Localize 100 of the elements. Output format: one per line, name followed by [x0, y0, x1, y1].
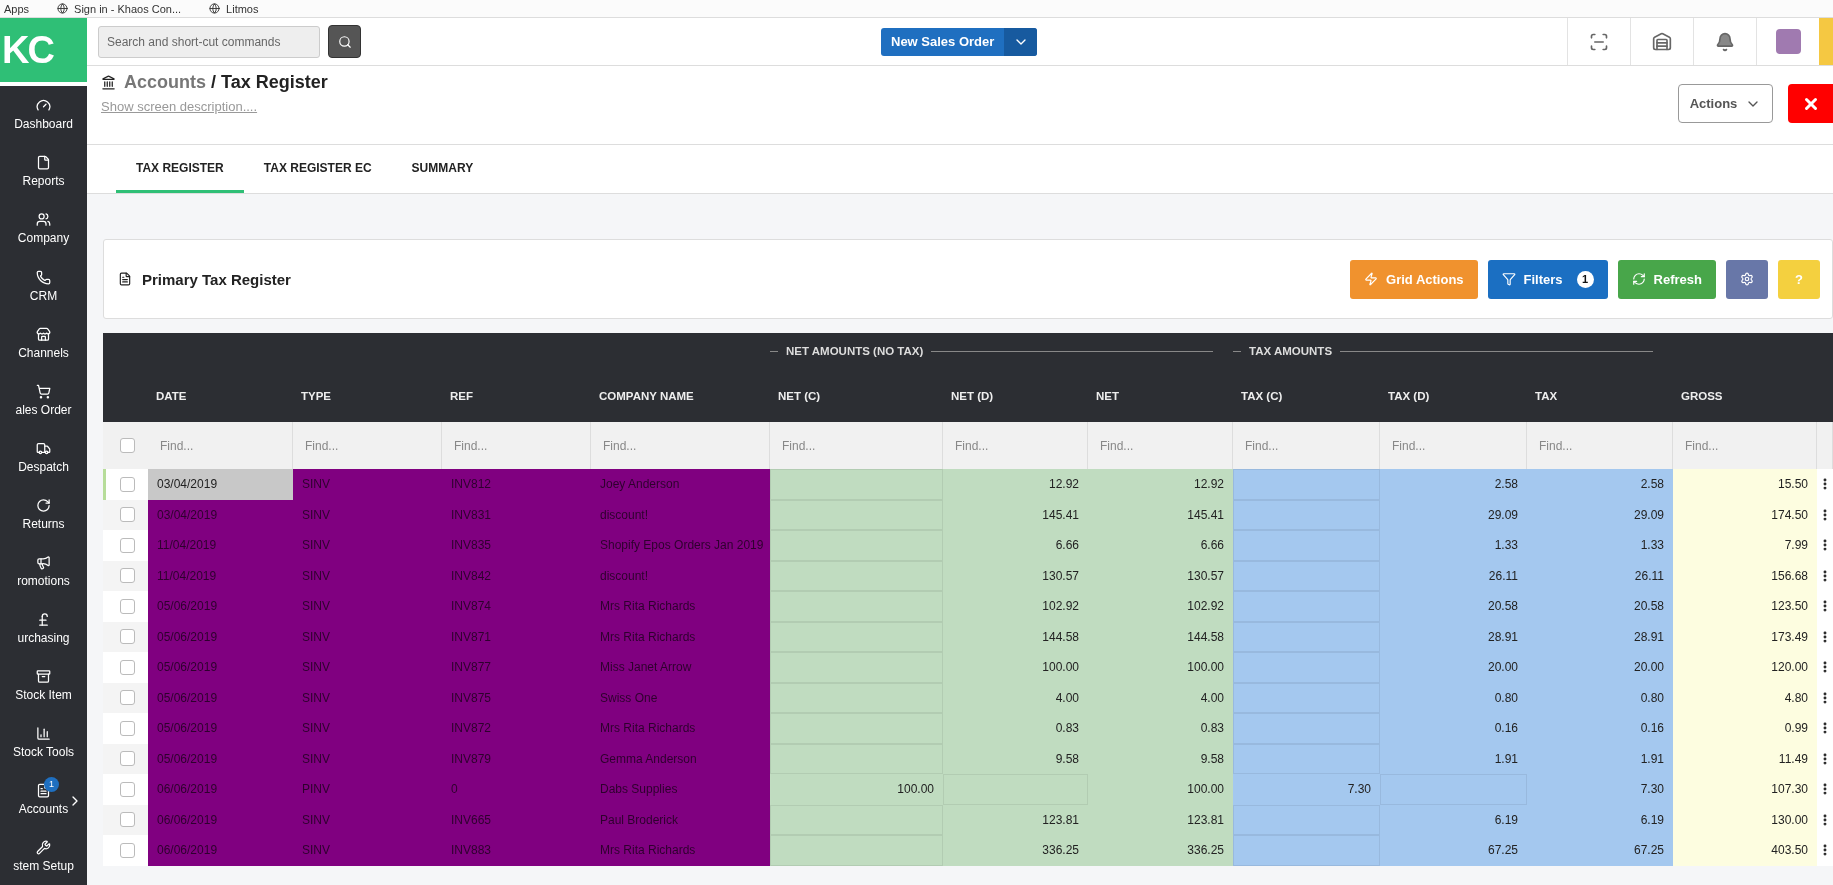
table-cell: 4.00	[943, 682, 1088, 713]
table-cell: 102.92	[943, 591, 1088, 622]
table-cell: 120.00	[1673, 652, 1817, 683]
checkbox[interactable]	[119, 842, 135, 858]
sidebar-item[interactable]: CRM	[0, 257, 87, 315]
sidebar-item[interactable]: Dashboard	[0, 86, 87, 144]
checkbox[interactable]	[119, 751, 135, 767]
table-cell: Swiss One	[591, 682, 770, 713]
table-cell: 173.49	[1673, 621, 1817, 652]
table-cell: 1.33	[1380, 530, 1527, 561]
table-cell: INV883	[442, 835, 591, 866]
column-header[interactable]: REF	[450, 389, 473, 402]
row-selector[interactable]	[103, 469, 148, 500]
bookmark-link[interactable]: Sign in - Khaos Con...	[74, 2, 182, 15]
checkbox[interactable]	[119, 720, 135, 736]
checkbox[interactable]	[119, 507, 135, 523]
row-selector[interactable]	[103, 591, 148, 622]
row-selector[interactable]	[103, 652, 148, 683]
sidebar-item[interactable]: Returns	[0, 485, 87, 543]
table-cell: discount!	[591, 560, 770, 591]
column-header[interactable]: TAX	[1535, 389, 1558, 402]
row-selector[interactable]	[103, 804, 148, 835]
column-header[interactable]: COMPANY NAME	[599, 389, 694, 402]
table-cell: 0.16	[1380, 713, 1527, 744]
checkbox[interactable]	[119, 438, 135, 453]
column-header[interactable]: TAX (C)	[1241, 389, 1283, 402]
table-cell: 05/06/2019	[148, 743, 293, 774]
table-cell: 130.57	[943, 560, 1088, 591]
table-cell: 06/06/2019	[148, 835, 293, 866]
table-cell: INV875	[442, 682, 591, 713]
breadcrumb-link[interactable]: Accounts	[124, 72, 206, 92]
checkbox[interactable]	[119, 476, 135, 492]
close-button[interactable]	[1788, 84, 1833, 123]
bookmark-link[interactable]: Litmos	[226, 2, 259, 15]
row-selector[interactable]	[103, 499, 148, 530]
search-field[interactable]: Search and short-cut commands	[98, 25, 320, 58]
row-selector[interactable]	[103, 835, 148, 866]
actions-button[interactable]: Actions	[1678, 84, 1773, 123]
column-header[interactable]: TYPE	[301, 389, 332, 402]
table-cell: 2.58	[1380, 469, 1527, 500]
table-cell: 11/04/2019	[148, 530, 293, 561]
row-selector[interactable]	[103, 682, 148, 713]
sidebar-item[interactable]: ales Order	[0, 371, 87, 429]
panel-toggle-tab[interactable]	[1819, 18, 1833, 65]
table-cell: SINV	[293, 530, 442, 561]
sidebar-item[interactable]: Channels	[0, 314, 87, 372]
checkbox[interactable]	[119, 812, 135, 828]
checkbox[interactable]	[119, 781, 135, 797]
row-selector[interactable]	[103, 621, 148, 652]
filters-button[interactable]: Filters 1	[1487, 259, 1608, 299]
checkbox[interactable]	[119, 659, 135, 675]
row-selector[interactable]	[103, 530, 148, 561]
column-header[interactable]: NET (D)	[951, 389, 994, 402]
table-cell: 100.00	[770, 774, 943, 805]
column-header[interactable]: DATE	[156, 389, 187, 402]
sidebar-icon	[36, 554, 51, 570]
avatar	[1775, 29, 1801, 54]
row-selector[interactable]	[103, 713, 148, 744]
column-header[interactable]: NET	[1096, 389, 1119, 402]
checkbox[interactable]	[119, 690, 135, 706]
checkbox[interactable]	[119, 598, 135, 614]
table-cell: INV812	[442, 469, 591, 500]
checkbox[interactable]	[119, 568, 135, 584]
table-cell: 4.00	[1088, 682, 1233, 713]
sidebar-item[interactable]: Stock Item	[0, 656, 87, 714]
table-cell: 0.80	[1527, 682, 1673, 713]
table-cell: 05/06/2019	[148, 591, 293, 622]
search-button[interactable]	[328, 25, 361, 58]
sidebar-item[interactable]: Accounts 1	[0, 770, 87, 828]
column-header[interactable]: NET (C)	[778, 389, 821, 402]
checkbox[interactable]	[119, 629, 135, 645]
table-cell: 6.19	[1527, 804, 1673, 835]
sidebar-item[interactable]: urchasing	[0, 599, 87, 657]
column-header[interactable]: TAX (D)	[1388, 389, 1430, 402]
row-selector[interactable]	[103, 774, 148, 805]
table-cell: 20.00	[1527, 652, 1673, 683]
table-cell: Miss Janet Arrow	[591, 652, 770, 683]
new-sales-order-button[interactable]: New Sales Order	[881, 27, 1038, 56]
sidebar-item[interactable]: romotions	[0, 542, 87, 600]
table-cell: 0.99	[1673, 713, 1817, 744]
bookmark-link[interactable]: Apps	[4, 2, 30, 15]
refresh-icon	[1631, 272, 1646, 286]
dropdown-toggle[interactable]	[1004, 27, 1038, 56]
sidebar-item[interactable]: Company	[0, 200, 87, 258]
tab[interactable]: TAX REGISTER	[116, 145, 244, 193]
table-cell: SINV	[293, 682, 442, 713]
column-header[interactable]: GROSS	[1681, 389, 1723, 402]
row-selector[interactable]	[103, 560, 148, 591]
tab[interactable]: SUMMARY	[391, 145, 494, 193]
sidebar-item[interactable]: Stock Tools	[0, 713, 87, 771]
table-cell: 145.41	[1088, 499, 1233, 530]
row-selector[interactable]	[103, 743, 148, 774]
checkbox[interactable]	[119, 537, 135, 553]
table-cell: 102.92	[1088, 591, 1233, 622]
sidebar-item[interactable]: stem Setup	[0, 828, 87, 885]
tab[interactable]: TAX REGISTER EC	[243, 145, 392, 193]
settings-button[interactable]	[1726, 259, 1768, 299]
sidebar-item[interactable]: Despatch	[0, 428, 87, 486]
sidebar-item[interactable]: Reports	[0, 143, 87, 201]
table-cell: 1.33	[1527, 530, 1673, 561]
